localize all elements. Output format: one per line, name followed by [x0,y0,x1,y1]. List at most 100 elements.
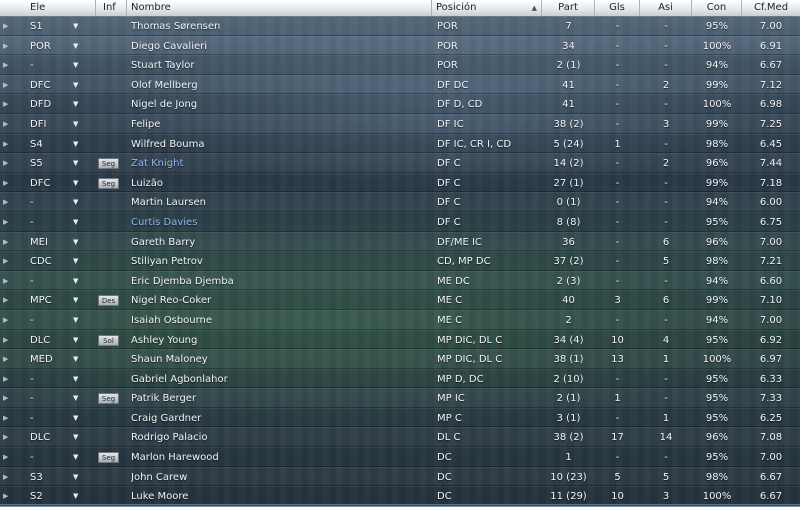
row-expand-icon[interactable]: ▶ [3,193,8,213]
ele-dropdown-icon[interactable]: ▼ [73,331,78,351]
row-expand-icon[interactable]: ▶ [3,174,8,194]
table-row[interactable]: ▶ DFC ▼ Olof Mellberg DF DC 41 - 2 99% 7.12 [0,74,800,96]
column-header-gls[interactable]: Gls [595,0,640,16]
player-name[interactable]: Stiliyan Petrov [131,252,426,270]
ele-dropdown-icon[interactable]: ▼ [73,370,78,390]
player-name[interactable]: John Carew [131,468,426,486]
row-expand-icon[interactable]: ▶ [3,311,8,331]
ele-dropdown-icon[interactable]: ▼ [73,252,78,272]
player-name[interactable]: Marlon Harewood [131,448,426,466]
table-row[interactable]: ▶ S5 ▼ Seg Zat Knight DF C 14 (2) - 2 96% 7.44 [0,153,800,173]
column-header-inf[interactable]: Inf [96,0,127,16]
ele-dropdown-icon[interactable]: ▼ [73,409,78,429]
row-expand-icon[interactable]: ▶ [3,76,8,96]
ele-dropdown-icon[interactable]: ▼ [73,291,78,311]
column-header-cfmed[interactable]: Cf.Med [742,0,800,16]
column-header-nombre[interactable]: Nombre [127,0,432,16]
player-name[interactable]: Nigel Reo-Coker [131,291,426,309]
table-row[interactable]: ▶ - ▼ Martin Laursen DF C 0 (1) - - 94% 6.00 [0,192,800,212]
table-row[interactable]: ▶ - ▼ Craig Gardner MP C 3 (1) - 1 95% 6.25 [0,407,800,429]
table-row[interactable]: ▶ DFI ▼ Felipe DF IC 38 (2) - 3 99% 7.25 [0,113,800,135]
ele-dropdown-icon[interactable]: ▼ [73,233,78,253]
player-name[interactable]: Nigel de Jong [131,95,426,113]
row-expand-icon[interactable]: ▶ [3,154,8,174]
ele-dropdown-icon[interactable]: ▼ [73,135,78,155]
table-row[interactable]: ▶ POR ▼ Diego Cavalieri POR 34 - - 100% 6.91 [0,35,800,57]
row-expand-icon[interactable]: ▶ [3,56,8,76]
table-row[interactable]: ▶ - ▼ Curtis Davies DF C 8 (8) - - 95% 6.75 [0,211,800,233]
table-row[interactable]: ▶ - ▼ Gabriel Agbonlahor MP D, DC 2 (10) - - 95%… [0,368,800,390]
table-row[interactable]: ▶ DLC ▼ Sol Ashley Young MP DIC, DL C 34 (4) 10… [0,329,800,351]
table-row[interactable]: ▶ S3 ▼ John Carew DC 10 (23) 5 5 98% 6.67 [0,466,800,488]
ele-dropdown-icon[interactable]: ▼ [73,311,78,331]
row-expand-icon[interactable]: ▶ [3,213,8,233]
row-expand-icon[interactable]: ▶ [3,17,8,37]
column-header-asi[interactable]: Asi [640,0,692,16]
row-expand-icon[interactable]: ▶ [3,409,8,429]
player-name[interactable]: Martin Laursen [131,193,426,211]
column-header-ele[interactable]: Ele [0,0,96,16]
player-name[interactable]: Stuart Taylor [131,56,426,74]
column-header-part[interactable]: Part [542,0,595,16]
table-row[interactable]: ▶ - ▼ Eric Djemba Djemba ME DC 2 (3) - - 94% 6.60 [0,270,800,292]
table-row[interactable]: ▶ S4 ▼ Wilfred Bouma DF IC, CR I, CD 5 (24) 1 -… [0,133,800,155]
table-row[interactable]: ▶ CDC ▼ Stiliyan Petrov CD, MP DC 37 (2) - 5 98%… [0,251,800,271]
player-name[interactable]: Isaiah Osbourne [131,311,426,329]
row-expand-icon[interactable]: ▶ [3,331,8,351]
table-row[interactable]: ▶ - ▼ Seg Marlon Harewood DC 1 - - 95% 7.00 [0,447,800,467]
column-header-con[interactable]: Con [692,0,742,16]
row-expand-icon[interactable]: ▶ [3,350,8,370]
player-name[interactable]: Luizão [131,174,426,192]
ele-dropdown-icon[interactable]: ▼ [73,193,78,213]
ele-dropdown-icon[interactable]: ▼ [73,448,78,468]
row-expand-icon[interactable]: ▶ [3,135,8,155]
ele-dropdown-icon[interactable]: ▼ [73,428,78,448]
player-name[interactable]: Curtis Davies [131,213,426,231]
row-expand-icon[interactable]: ▶ [3,428,8,448]
row-expand-icon[interactable]: ▶ [3,95,8,115]
ele-dropdown-icon[interactable]: ▼ [73,76,78,96]
player-name[interactable]: Rodrigo Palacio [131,428,426,446]
player-name[interactable]: Gabriel Agbonlahor [131,370,426,388]
table-row[interactable]: ▶ MEI ▼ Gareth Barry DF/ME IC 36 - 6 96% 7.00 [0,231,800,253]
table-row[interactable]: ▶ MED ▼ Shaun Maloney MP DIC, DL C 38 (1) 13 1 1… [0,349,800,369]
ele-dropdown-icon[interactable]: ▼ [73,154,78,174]
ele-dropdown-icon[interactable]: ▼ [73,115,78,135]
row-expand-icon[interactable]: ▶ [3,37,8,57]
player-name[interactable]: Ashley Young [131,331,426,349]
table-row[interactable]: ▶ - ▼ Isaiah Osbourne ME C 2 - - 94% 7.00 [0,309,800,331]
table-row[interactable]: ▶ - ▼ Seg Patrik Berger MP IC 2 (1) 1 - 95% 7.33 [0,388,800,408]
player-name[interactable]: Thomas Sørensen [131,17,426,35]
row-expand-icon[interactable]: ▶ [3,252,8,272]
player-name[interactable]: Gareth Barry [131,233,426,251]
player-name[interactable]: Luke Moore [131,487,426,505]
row-expand-icon[interactable]: ▶ [3,389,8,409]
column-header-posicion[interactable]: Posición ▲ [432,0,542,16]
player-name[interactable]: Olof Mellberg [131,76,426,94]
table-row[interactable]: ▶ S2 ▼ Luke Moore DC 11 (29) 10 3 100% 6.67 [0,486,800,506]
ele-dropdown-icon[interactable]: ▼ [73,272,78,292]
ele-dropdown-icon[interactable]: ▼ [73,468,78,488]
row-expand-icon[interactable]: ▶ [3,233,8,253]
table-row[interactable]: ▶ DLC ▼ Rodrigo Palacio DL C 38 (2) 17 14 96% 7.0… [0,427,800,448]
row-expand-icon[interactable]: ▶ [3,468,8,488]
player-name[interactable]: Eric Djemba Djemba [131,272,426,290]
ele-dropdown-icon[interactable]: ▼ [73,56,78,76]
ele-dropdown-icon[interactable]: ▼ [73,213,78,233]
row-expand-icon[interactable]: ▶ [3,370,8,390]
ele-dropdown-icon[interactable]: ▼ [73,37,78,57]
row-expand-icon[interactable]: ▶ [3,448,8,468]
player-name[interactable]: Zat Knight [131,154,426,172]
player-name[interactable]: Felipe [131,115,426,133]
table-row[interactable]: ▶ MPC ▼ Des Nigel Reo-Coker ME C 40 3 6 99% 7.10 [0,290,800,310]
ele-dropdown-icon[interactable]: ▼ [73,350,78,370]
row-expand-icon[interactable]: ▶ [3,291,8,311]
table-row[interactable]: ▶ S1 ▼ Thomas Sørensen POR 7 - - 95% 7.00 [0,16,800,36]
ele-dropdown-icon[interactable]: ▼ [73,17,78,37]
ele-dropdown-icon[interactable]: ▼ [73,174,78,194]
ele-dropdown-icon[interactable]: ▼ [73,389,78,409]
player-name[interactable]: Patrik Berger [131,389,426,407]
ele-dropdown-icon[interactable]: ▼ [73,95,78,115]
row-expand-icon[interactable]: ▶ [3,115,8,135]
row-expand-icon[interactable]: ▶ [3,272,8,292]
